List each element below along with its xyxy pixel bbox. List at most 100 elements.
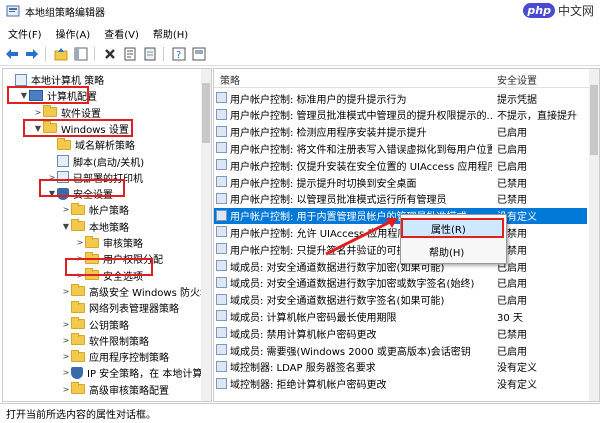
expanded-arrow-icon[interactable]: ▼ [61, 222, 71, 231]
policy-row[interactable]: 用户帐户控制: 以管理员批准模式运行所有管理员 已禁用 [214, 191, 587, 207]
policy-name: 域控制器: 拒绝计算机帐户密码更改 [230, 380, 387, 392]
list-scrollbar-thumb[interactable] [590, 85, 598, 155]
tree-item[interactable]: ▼ 本地策略 [61, 218, 129, 235]
tree-item[interactable]: > 应用程序控制策略 [61, 348, 169, 365]
tree-scrollbar-thumb[interactable] [202, 83, 210, 143]
menu-file[interactable]: 文件(F) [8, 26, 42, 41]
folder-icon [71, 349, 85, 362]
collapsed-arrow-icon[interactable]: > [75, 238, 85, 247]
highlight-security-settings [39, 179, 125, 197]
shield-icon [71, 366, 83, 379]
policy-name: 用户帐户控制: 以管理员批准模式运行所有管理员 [230, 195, 447, 207]
menu-help[interactable]: 帮助(H) [153, 26, 188, 41]
folder-icon [71, 202, 85, 215]
tree-item-label: 软件限制策略 [89, 336, 149, 348]
tree-item-label: 应用程序控制策略 [89, 353, 169, 365]
tree-pane[interactable]: 本地计算机 策略 ▼ 计算机配置 > 软件设置 ▼ Windows 设置 域名解析策略 脚本(启… [2, 68, 212, 402]
collapsed-arrow-icon[interactable]: > [61, 205, 71, 214]
menu-action[interactable]: 操作(A) [56, 26, 91, 41]
tree-item-label: 高级安全 Windows 防火墙 [89, 287, 210, 299]
highlight-security-options [65, 258, 153, 276]
tree-item[interactable]: 网络列表管理器策略 [61, 299, 179, 316]
tree-item-label: 高级审核策略配置 [89, 385, 169, 397]
annotation-arrow [325, 218, 398, 256]
forward-icon[interactable] [24, 46, 40, 62]
policy-row[interactable]: 用户帐户控制: 管理员批准模式中管理员的提升权限提示的... 不提示，直接提升 [214, 107, 587, 123]
list-scrollbar[interactable] [589, 69, 599, 401]
policy-item-icon [216, 243, 227, 255]
tree-item[interactable]: 脚本(启动/关机) [47, 153, 144, 170]
collapsed-arrow-icon[interactable]: > [33, 108, 43, 117]
policy-row[interactable]: 域成员: 对安全通道数据进行数字加密或数字签名(始终) 已启用 [214, 275, 587, 291]
policy-setting: 已启用 [497, 161, 527, 173]
policy-row[interactable]: 域成员: 需要强(Windows 2000 或更高版本)会话密钥 已启用 [214, 342, 587, 358]
context-menu-help[interactable]: 帮助(H) [401, 241, 504, 261]
tree-scrollbar[interactable] [201, 69, 211, 401]
tree-item[interactable]: > 帐户策略 [61, 201, 129, 218]
export-icon[interactable] [142, 46, 158, 62]
policy-row[interactable]: 用户帐户控制: 提示提升时切换到安全桌面 已禁用 [214, 174, 587, 190]
policy-row[interactable]: 域成员: 禁用计算机帐户密码更改 已禁用 [214, 325, 587, 341]
policy-item-icon [216, 260, 227, 271]
properties-icon[interactable] [122, 46, 138, 62]
tree-item-label: 网络列表管理器策略 [89, 304, 179, 316]
toolbar-separator [45, 47, 46, 61]
policy-row[interactable]: 域控制器: LDAP 服务器签名要求 没有定义 [214, 359, 587, 375]
folder-icon [57, 137, 71, 150]
policy-row[interactable]: 用户帐户控制: 检测应用程序安装并提示提升 已启用 [214, 124, 587, 140]
menu-view[interactable]: 查看(V) [104, 26, 139, 41]
policy-row[interactable]: 用户帐户控制: 标准用户的提升提示行为 提示凭据 [214, 90, 587, 106]
policy-icon [15, 73, 27, 86]
policy-item-icon [216, 327, 227, 339]
policy-name: 域成员: 对安全通道数据进行数字签名(如果可能) [230, 296, 445, 308]
policy-setting: 没有定义 [497, 380, 537, 392]
collapsed-arrow-icon[interactable]: > [61, 368, 71, 377]
collapsed-arrow-icon[interactable]: > [61, 352, 71, 361]
policy-setting: 30 天 [497, 312, 523, 324]
show-hide-tree-icon[interactable] [73, 46, 89, 62]
window-title: 本地组策略编辑器 [25, 7, 105, 19]
tree-item-label: 软件设置 [61, 108, 101, 120]
policy-item-icon [216, 360, 227, 372]
policy-setting: 已启用 [497, 296, 527, 308]
toolbar-separator [94, 47, 95, 61]
tree-item[interactable]: > IP 安全策略，在 本地计算 [61, 364, 202, 381]
policy-row[interactable]: 用户帐户控制: 仅提升安装在安全位置的 UIAccess 应用程序 已启用 [214, 157, 587, 173]
column-setting[interactable]: 安全设置 [497, 72, 537, 87]
policy-row[interactable]: 域控制器: 拒绝计算机帐户密码更改 没有定义 [214, 376, 587, 392]
tree-item[interactable]: 域名解析策略 [47, 136, 135, 153]
up-icon[interactable] [53, 46, 69, 62]
svg-text:?: ? [176, 50, 181, 61]
collapsed-arrow-icon[interactable]: > [61, 287, 71, 296]
delete-icon[interactable] [102, 46, 118, 62]
help-icon[interactable]: ? [171, 46, 187, 62]
collapsed-arrow-icon[interactable]: > [61, 385, 71, 394]
policy-item-icon [216, 176, 227, 187]
status-bar: 打开当前所选内容的属性对话框。 [0, 403, 600, 423]
column-policy[interactable]: 策略 [220, 72, 240, 87]
policy-item-icon [216, 276, 227, 288]
policy-setting: 已启用 [497, 128, 527, 140]
policy-item-icon [216, 192, 227, 204]
folder-icon [71, 300, 85, 313]
tree-item[interactable]: > 审核策略 [75, 234, 143, 251]
policy-setting: 已启用 [497, 279, 527, 291]
collapsed-arrow-icon[interactable]: > [61, 320, 71, 329]
tree-item-label: 审核策略 [103, 239, 143, 250]
policy-item-icon [216, 377, 227, 389]
policy-row[interactable]: 域成员: 对安全通道数据进行数字签名(如果可能) 已启用 [214, 292, 587, 308]
policy-icon [57, 155, 69, 167]
policy-row[interactable]: 用户帐户控制: 将文件和注册表写入错误虚拟化到每用户位置 已启用 [214, 140, 587, 156]
policy-item-icon [216, 310, 227, 322]
tree-item[interactable]: > 软件限制策略 [61, 332, 149, 349]
policy-row[interactable]: 域成员: 计算机帐户密码最长使用期限 30 天 [214, 308, 587, 324]
tree-item[interactable]: > 高级审核策略配置 [61, 381, 169, 398]
tree-item[interactable]: > 高级安全 Windows 防火墙 [61, 283, 210, 300]
context-menu-properties[interactable]: 属性(R) [401, 218, 504, 238]
policy-setting: 已启用 [497, 144, 527, 156]
tree-item[interactable]: > 公钥策略 [61, 316, 129, 333]
view-icon[interactable] [191, 46, 207, 62]
back-icon[interactable] [4, 46, 20, 62]
collapsed-arrow-icon[interactable]: > [61, 336, 71, 345]
policy-name: 域成员: 计算机帐户密码最长使用期限 [230, 312, 397, 324]
